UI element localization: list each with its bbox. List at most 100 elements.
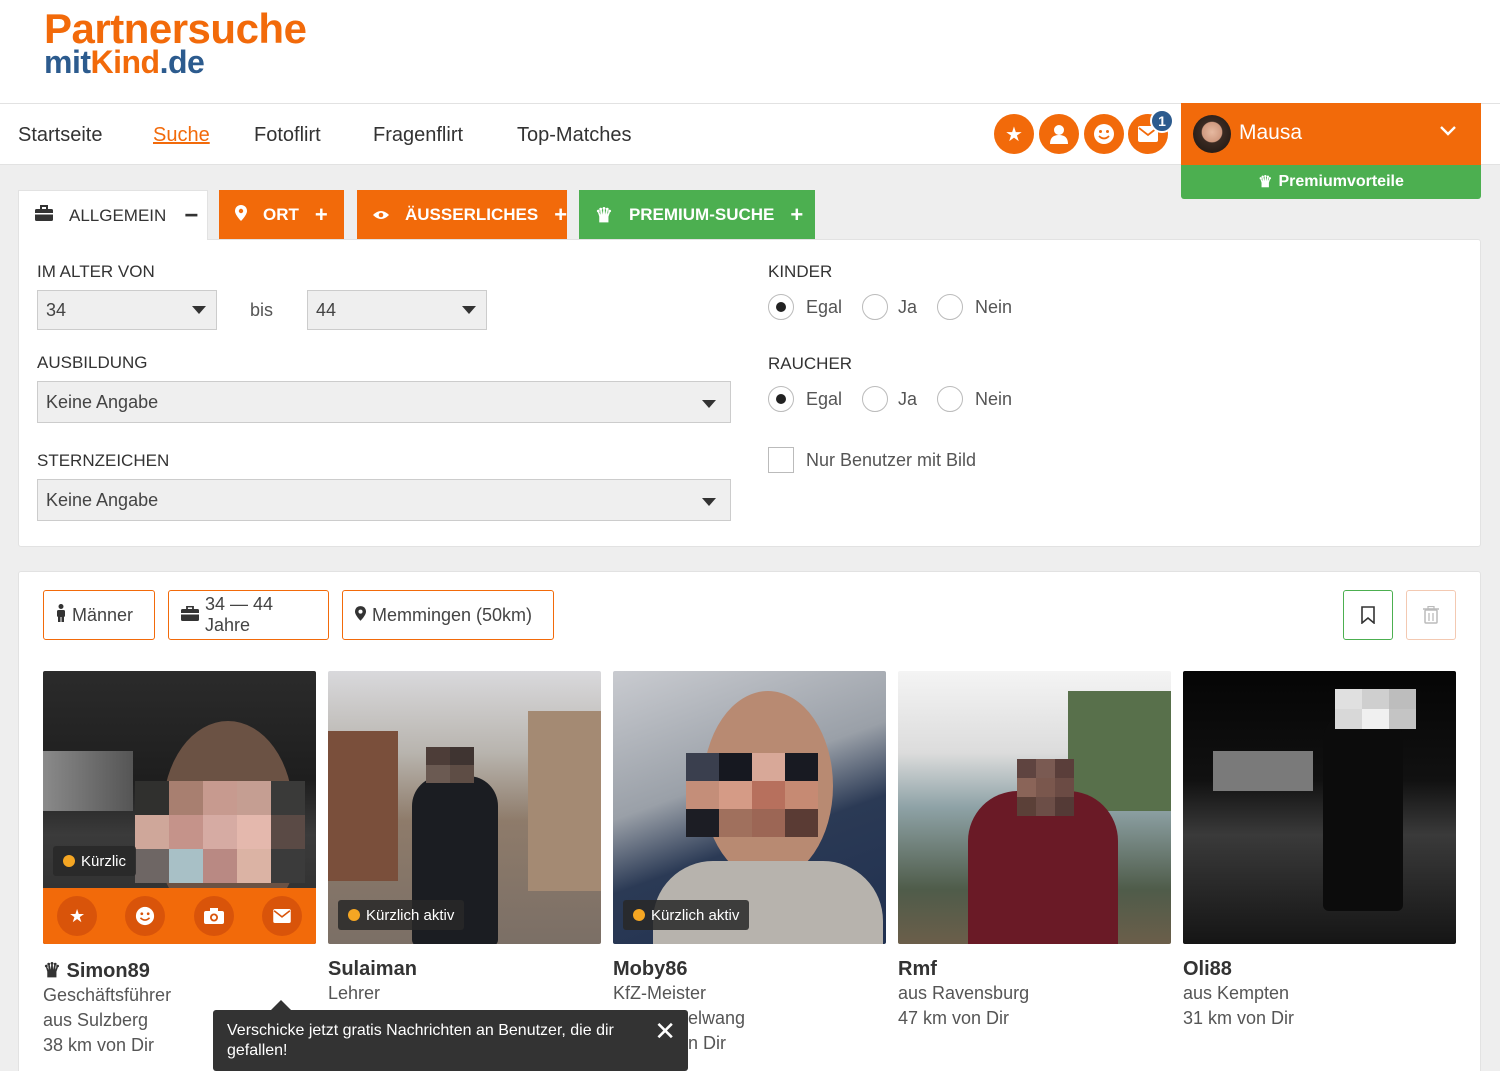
nav-fotoflirt[interactable]: Fotoflirt bbox=[254, 123, 321, 147]
caret-down-icon bbox=[192, 306, 206, 314]
tab-aeusserliches[interactable]: ÄUSSERLICHES + bbox=[357, 190, 567, 240]
age-from-select[interactable]: 34 bbox=[37, 290, 217, 330]
premium-button[interactable]: ♛ Premiumvorteile bbox=[1181, 165, 1481, 199]
filter-location-label: Memmingen (50km) bbox=[372, 604, 533, 625]
nur-bild-checkbox[interactable] bbox=[768, 447, 794, 473]
age-to-select[interactable]: 44 bbox=[307, 290, 487, 330]
map-pin-icon bbox=[235, 204, 247, 226]
kinder-label: KINDER bbox=[768, 262, 833, 281]
raucher-ja-label: Ja bbox=[898, 389, 918, 409]
pixelated-face bbox=[1017, 759, 1074, 816]
raucher-nein-radio[interactable] bbox=[937, 386, 963, 412]
profile-name[interactable]: Sulaiman bbox=[328, 958, 601, 981]
plus-icon: + bbox=[790, 202, 804, 227]
caret-down-icon bbox=[702, 400, 716, 408]
profile-photo[interactable]: Kürzlich aktiv bbox=[613, 671, 886, 944]
profile-job: KfZ-Meister bbox=[613, 983, 707, 1003]
profile-name[interactable]: Moby86 bbox=[613, 958, 886, 981]
filter-gender-label: Männer bbox=[72, 604, 134, 625]
pixelated-face bbox=[1335, 689, 1416, 729]
nur-bild-label: Nur Benutzer mit Bild bbox=[806, 450, 977, 470]
nav-suche[interactable]: Suche bbox=[153, 123, 210, 147]
kinder-egal-label: Egal bbox=[806, 297, 843, 317]
profile-name[interactable]: Oli88 bbox=[1183, 958, 1456, 981]
visitors-user-icon[interactable] bbox=[1039, 114, 1079, 154]
briefcase-icon bbox=[35, 205, 53, 226]
profile-photo[interactable]: Kürzlich aktiv bbox=[328, 671, 601, 944]
tab-ort[interactable]: ORT + bbox=[219, 190, 344, 240]
pixelated-face bbox=[135, 781, 305, 883]
plus-icon: + bbox=[314, 202, 328, 227]
map-pin-icon bbox=[355, 605, 366, 626]
kinder-egal-radio[interactable] bbox=[768, 294, 794, 320]
chevron-down-icon bbox=[1439, 121, 1457, 142]
tooltip-text: Verschicke jetzt gratis Nachrichten an B… bbox=[227, 1022, 614, 1059]
nav-top-matches[interactable]: Top-Matches bbox=[517, 123, 632, 147]
tab-aeusserliches-label: ÄUSSERLICHES bbox=[405, 205, 539, 224]
ausbildung-label: AUSBILDUNG bbox=[37, 353, 148, 372]
raucher-nein-label: Nein bbox=[975, 389, 1013, 409]
profile-distance: 47 km von Dir bbox=[898, 1008, 1010, 1028]
trash-icon[interactable] bbox=[1406, 590, 1456, 640]
minus-icon: − bbox=[184, 201, 199, 229]
caret-down-icon bbox=[462, 306, 476, 314]
profile-card-oli88[interactable]: Oli88 aus Kempten 31 km von Dir bbox=[1183, 671, 1456, 1031]
favorite-star-icon[interactable]: ★ bbox=[57, 896, 98, 936]
activity-badge: Kürzlic bbox=[53, 846, 137, 876]
tab-allgemein[interactable]: ALLGEMEIN − bbox=[18, 190, 208, 240]
profile-location: aus Kempten bbox=[1183, 983, 1290, 1003]
profile-job: Lehrer bbox=[328, 983, 381, 1003]
sternzeichen-label: STERNZEICHEN bbox=[37, 451, 170, 470]
filter-gender-pill[interactable]: Männer bbox=[43, 590, 155, 640]
nav-startseite[interactable]: Startseite bbox=[18, 123, 102, 147]
mail-icon[interactable] bbox=[261, 896, 302, 936]
site-logo[interactable]: Partnersuche mitKind.de bbox=[44, 8, 307, 79]
ausbildung-select[interactable]: Keine Angabe bbox=[37, 381, 731, 423]
tab-allgemein-label: ALLGEMEIN bbox=[69, 205, 167, 225]
sternzeichen-select[interactable]: Keine Angabe bbox=[37, 479, 731, 521]
kinder-nein-radio[interactable] bbox=[937, 294, 963, 320]
caret-down-icon bbox=[702, 498, 716, 506]
profile-card-sulaiman[interactable]: Kürzlich aktiv Sulaiman Lehrer bbox=[328, 671, 601, 1006]
crown-icon: ♛ bbox=[43, 960, 61, 982]
plus-icon: + bbox=[554, 202, 568, 227]
profile-name[interactable]: Rmf bbox=[898, 958, 1171, 981]
smile-icon[interactable] bbox=[125, 896, 166, 936]
tab-premium-label: PREMIUM-SUCHE bbox=[628, 205, 775, 224]
bis-label: bis bbox=[250, 300, 274, 320]
profile-distance: 31 km von Dir bbox=[1183, 1008, 1295, 1028]
profile-name[interactable]: ♛ Simon89 bbox=[43, 958, 316, 983]
eye-icon bbox=[373, 205, 389, 225]
user-name: Mausa bbox=[1239, 121, 1303, 144]
filter-age-pill[interactable]: 34 — 44 Jahre bbox=[168, 590, 329, 640]
user-menu[interactable]: Mausa bbox=[1181, 103, 1481, 165]
premium-label: Premiumvorteile bbox=[1278, 173, 1404, 190]
pixelated-face bbox=[686, 753, 818, 837]
close-icon[interactable]: ✕ bbox=[654, 1018, 676, 1044]
pixelated-face bbox=[426, 747, 474, 783]
kinder-ja-radio[interactable] bbox=[862, 294, 888, 320]
raucher-egal-radio[interactable] bbox=[768, 386, 794, 412]
kinder-ja-label: Ja bbox=[898, 297, 918, 317]
bookmark-icon[interactable] bbox=[1343, 590, 1393, 640]
tab-premium-suche[interactable]: ♛ PREMIUM-SUCHE + bbox=[579, 190, 815, 240]
raucher-ja-radio[interactable] bbox=[862, 386, 888, 412]
age-label: IM ALTER VON bbox=[37, 262, 155, 281]
profile-card-rmf[interactable]: Rmf aus Ravensburg 47 km von Dir bbox=[898, 671, 1171, 1031]
smile-icon[interactable] bbox=[1084, 114, 1124, 154]
profile-photo[interactable] bbox=[898, 671, 1171, 944]
favorites-star-icon[interactable]: ★ bbox=[994, 114, 1034, 154]
activity-badge: Kürzlich aktiv bbox=[338, 900, 465, 930]
profile-photo[interactable]: Kürzlic ★ bbox=[43, 671, 316, 944]
message-tooltip: Verschicke jetzt gratis Nachrichten an B… bbox=[213, 1000, 688, 1071]
filter-location-pill[interactable]: Memmingen (50km) bbox=[342, 590, 554, 640]
nav-fragenflirt[interactable]: Fragenflirt bbox=[373, 123, 463, 147]
avatar bbox=[1193, 115, 1231, 153]
profile-card-moby86[interactable]: Kürzlich aktiv Moby86 KfZ-Meister elwang… bbox=[613, 671, 886, 1056]
camera-icon[interactable] bbox=[193, 896, 234, 936]
kinder-nein-label: Nein bbox=[975, 297, 1013, 317]
male-icon bbox=[56, 603, 66, 627]
crown-icon: ♛ bbox=[1258, 174, 1273, 191]
activity-badge: Kürzlich aktiv bbox=[623, 900, 750, 930]
profile-photo[interactable] bbox=[1183, 671, 1456, 944]
